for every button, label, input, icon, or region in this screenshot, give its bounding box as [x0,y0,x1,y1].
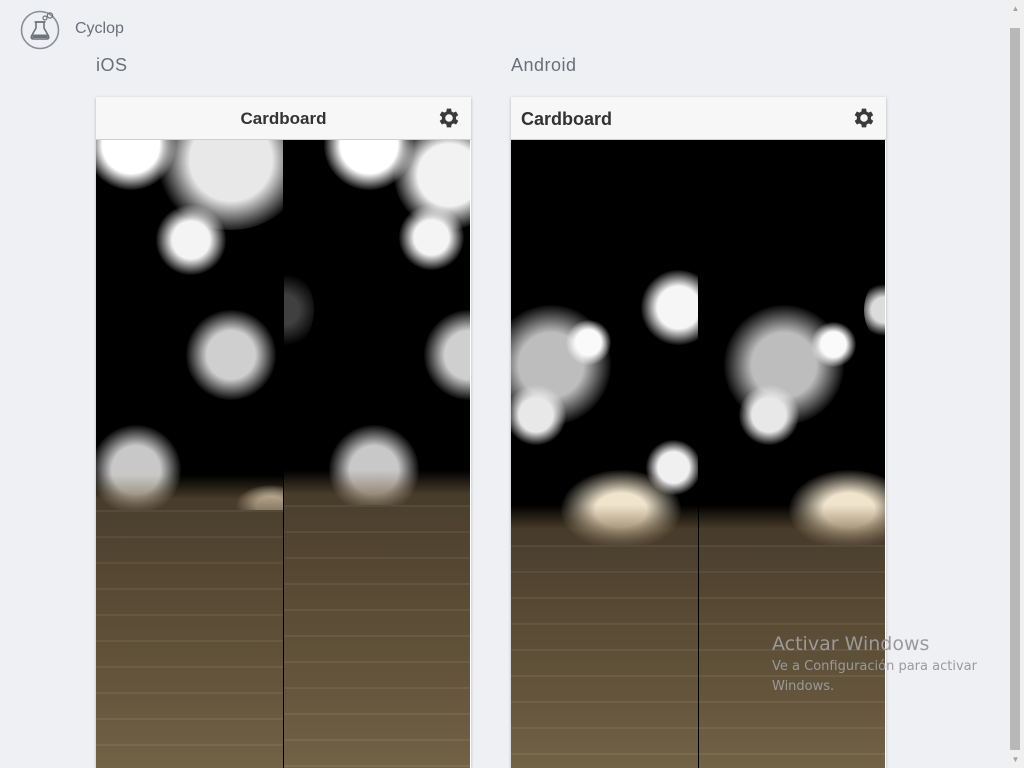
android-toolbar: Cardboard [511,97,886,140]
ios-left-eye [96,140,283,768]
page-scrollbar[interactable]: ▲ ▼ [1007,0,1024,768]
scroll-up-arrow-icon[interactable]: ▲ [1007,0,1024,17]
android-toolbar-title: Cardboard [521,109,613,129]
app-title: Cyclop [75,20,124,37]
scrollbar-thumb[interactable] [1010,28,1020,750]
scroll-down-arrow-icon[interactable]: ▼ [1007,751,1024,768]
android-right-eye [698,140,885,768]
android-left-eye [511,140,698,768]
gear-icon[interactable] [851,105,877,131]
platform-label-ios: iOS [96,55,128,75]
gear-icon[interactable] [436,105,462,131]
ios-stereo-viewport[interactable] [96,140,471,768]
android-stereo-viewport[interactable] [511,140,886,768]
ios-toolbar: Cardboard [96,97,471,140]
ios-toolbar-title: Cardboard [240,109,327,128]
ios-device-preview: Cardboard [96,97,471,768]
flask-icon[interactable] [20,10,60,50]
platform-label-android: Android [511,55,577,75]
android-device-preview: Cardboard [511,97,886,768]
page: Cyclop iOS Android Cardboard Cardboard ▲… [0,0,1024,768]
ios-right-eye [283,140,470,768]
